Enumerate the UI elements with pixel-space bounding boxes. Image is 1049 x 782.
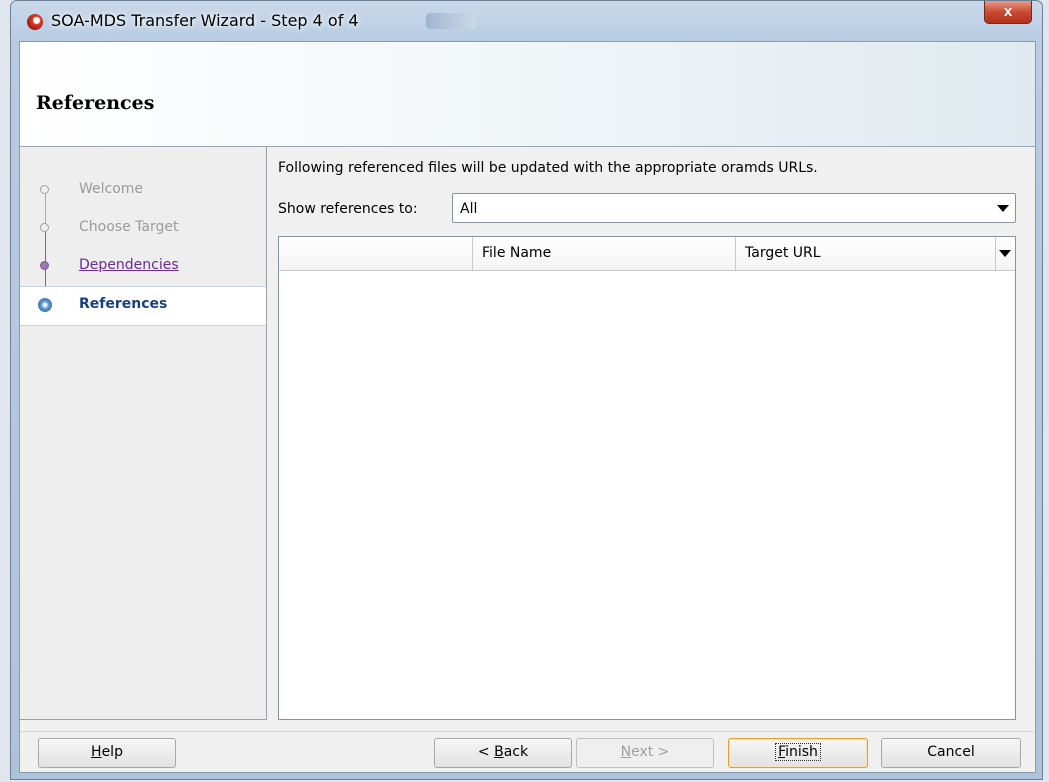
jdeveloper-app-icon bbox=[27, 14, 43, 30]
page-title: References bbox=[36, 92, 155, 114]
nav-step-dependencies[interactable]: Dependencies bbox=[20, 248, 266, 286]
chevron-down-icon[interactable] bbox=[997, 205, 1009, 212]
references-table[interactable]: File Name Target URL bbox=[278, 236, 1016, 720]
column-header-file-name[interactable]: File Name bbox=[473, 237, 736, 270]
close-button[interactable]: x bbox=[984, 1, 1032, 24]
step-current-circle-icon bbox=[38, 298, 52, 312]
wizard-window: SOA-MDS Transfer Wizard - Step 4 of 4 x … bbox=[10, 0, 1043, 780]
wizard-client-area: References Welcome Choose Target Depende… bbox=[19, 41, 1036, 773]
step-circle-icon bbox=[40, 185, 49, 194]
next-button: Next > bbox=[576, 738, 714, 768]
nav-step-welcome: Welcome bbox=[20, 172, 266, 210]
nav-step-label: References bbox=[79, 296, 168, 312]
column-header-blank[interactable] bbox=[279, 237, 473, 270]
show-references-dropdown[interactable]: All bbox=[452, 193, 1016, 223]
chevron-down-icon bbox=[999, 250, 1011, 257]
dropdown-selected-value: All bbox=[460, 201, 478, 217]
wizard-content: Following referenced files will be updat… bbox=[278, 147, 1028, 720]
blurred-taskbar-thumbnail bbox=[426, 13, 476, 29]
nav-step-label[interactable]: Dependencies bbox=[79, 257, 179, 273]
description-text: Following referenced files will be updat… bbox=[278, 160, 818, 176]
show-references-label: Show references to: bbox=[278, 201, 418, 217]
footer-divider bbox=[20, 731, 1035, 732]
nav-step-choose-target: Choose Target bbox=[20, 210, 266, 248]
cancel-button[interactable]: Cancel bbox=[881, 738, 1021, 768]
column-header-label: Target URL bbox=[745, 245, 821, 261]
column-menu-button[interactable] bbox=[995, 237, 1015, 270]
wizard-header: References bbox=[20, 42, 1035, 147]
wizard-steps-nav: Welcome Choose Target Dependencies Refer… bbox=[20, 147, 267, 720]
close-icon: x bbox=[1003, 3, 1013, 20]
window-title: SOA-MDS Transfer Wizard - Step 4 of 4 bbox=[51, 11, 359, 30]
help-button[interactable]: Help bbox=[38, 738, 176, 768]
nav-step-label: Choose Target bbox=[79, 219, 179, 235]
title-bar[interactable]: SOA-MDS Transfer Wizard - Step 4 of 4 x bbox=[11, 1, 1042, 41]
column-header-label: File Name bbox=[482, 245, 552, 261]
nav-step-references[interactable]: References bbox=[20, 286, 266, 326]
back-button[interactable]: < Back bbox=[434, 738, 572, 768]
finish-button[interactable]: Finish bbox=[728, 738, 868, 768]
nav-step-label: Welcome bbox=[79, 181, 144, 197]
column-header-target-url[interactable]: Target URL bbox=[736, 237, 996, 270]
step-visited-circle-icon bbox=[40, 261, 49, 270]
step-circle-icon bbox=[40, 223, 49, 232]
table-header: File Name Target URL bbox=[279, 237, 1015, 271]
